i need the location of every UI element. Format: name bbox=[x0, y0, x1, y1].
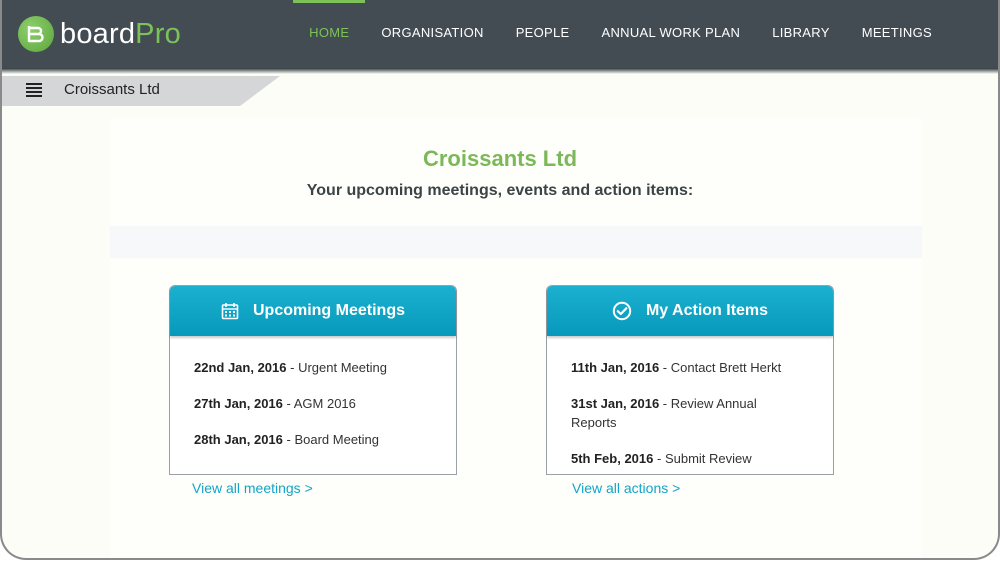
menu-icon[interactable] bbox=[26, 83, 42, 97]
list-item[interactable]: 5th Feb, 2016 - Submit Review bbox=[571, 449, 803, 468]
card-body: 11th Jan, 2016 - Contact Brett Herkt 31s… bbox=[547, 336, 833, 468]
list-item[interactable]: 22nd Jan, 2016 - Urgent Meeting bbox=[194, 358, 434, 377]
list-item[interactable]: 28th Jan, 2016 - Board Meeting bbox=[194, 430, 434, 449]
list-item[interactable]: 31st Jan, 2016 - Review Annual Reports bbox=[571, 394, 803, 432]
main-nav: HOME ORGANISATION PEOPLE ANNUAL WORK PLA… bbox=[293, 0, 948, 68]
nav-library[interactable]: LIBRARY bbox=[756, 0, 846, 68]
nav-people[interactable]: PEOPLE bbox=[500, 0, 586, 68]
divider-band bbox=[110, 226, 922, 258]
breadcrumb: Croissants Ltd bbox=[2, 76, 282, 106]
page-subtitle: Your upcoming meetings, events and actio… bbox=[306, 182, 694, 199]
card-title: Upcoming Meetings bbox=[252, 302, 405, 319]
view-all-meetings-link[interactable]: View all meetings > bbox=[192, 480, 313, 496]
breadcrumb-title: Croissants Ltd bbox=[64, 81, 160, 98]
card-title: My Action Items bbox=[645, 302, 769, 319]
nav-meetings[interactable]: MEETINGS bbox=[846, 0, 948, 68]
logo-text: boardPro bbox=[60, 17, 181, 50]
upcoming-meetings-card: Upcoming Meetings 22nd Jan, 2016 - Urgen… bbox=[169, 285, 457, 475]
list-item[interactable]: 11th Jan, 2016 - Contact Brett Herkt bbox=[571, 358, 803, 377]
check-circle-icon bbox=[612, 301, 632, 321]
header-shadow bbox=[2, 68, 998, 74]
action-items-card: My Action Items 11th Jan, 2016 - Contact… bbox=[546, 285, 834, 475]
logo-icon bbox=[18, 16, 54, 52]
top-navigation-bar: boardPro HOME ORGANISATION PEOPLE ANNUAL… bbox=[2, 0, 998, 68]
nav-home[interactable]: HOME bbox=[293, 0, 366, 68]
view-all-actions-link[interactable]: View all actions > bbox=[572, 480, 680, 496]
nav-annual-work-plan[interactable]: ANNUAL WORK PLAN bbox=[586, 0, 757, 68]
list-item[interactable]: 27th Jan, 2016 - AGM 2016 bbox=[194, 394, 434, 413]
calendar-icon bbox=[221, 302, 239, 320]
card-header: Upcoming Meetings bbox=[170, 286, 456, 336]
card-body: 22nd Jan, 2016 - Urgent Meeting 27th Jan… bbox=[170, 336, 456, 449]
nav-organisation[interactable]: ORGANISATION bbox=[365, 0, 499, 68]
page-title: Croissants Ltd bbox=[422, 146, 578, 171]
card-header: My Action Items bbox=[547, 286, 833, 336]
app-window: boardPro HOME ORGANISATION PEOPLE ANNUAL… bbox=[0, 0, 1000, 560]
boardpro-logo[interactable]: boardPro bbox=[18, 14, 181, 54]
